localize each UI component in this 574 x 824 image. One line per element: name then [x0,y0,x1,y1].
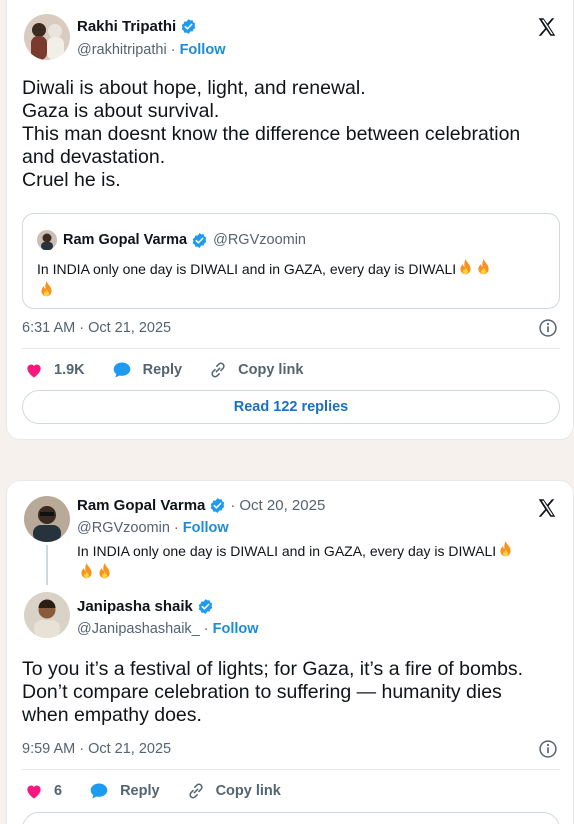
avatar-ram-gopal-varma[interactable] [24,496,70,542]
timestamp[interactable]: 6:31 AM · Oct 21, 2025 [22,320,171,336]
separator-dot: · [170,42,180,58]
reply-bubble-icon [113,362,130,378]
link-icon [188,783,203,799]
reply-button[interactable]: Reply [88,781,160,801]
separator-dot: · [230,497,236,514]
x-logo-icon[interactable] [536,16,558,38]
divider [22,769,560,770]
reply-bubble-icon [90,783,108,799]
reply-author-handle[interactable]: @Janipashashaik_ [77,621,200,637]
quoted-tweet[interactable]: Ram Gopal Varma @RGVzoomin In INDIA only… [22,213,560,309]
parent-text-block: In INDIA only one day is DIWALI and in G… [77,540,567,584]
author-name-row: Rakhi Tripathi [77,18,197,35]
fire-emoji-icon [460,259,471,275]
follow-button[interactable]: Follow [183,520,229,536]
tweet-line: This man doesnt know the difference betw… [22,123,521,145]
author-name[interactable]: Rakhi Tripathi [77,18,176,35]
parent-author-handle[interactable]: @RGVzoomin [77,520,170,536]
parent-author-row: Ram Gopal Varma · Oct 20, 2025 [77,497,325,514]
like-button[interactable]: 1.9K [24,360,85,380]
tweet-line: To you it’s a festival of lights; for Ga… [22,658,524,680]
heart-icon [27,364,41,378]
read-replies-button[interactable]: Read 122 replies [22,390,560,424]
copy-link-button[interactable]: Copy link [186,781,281,801]
tweet-line: and devastation. [22,146,166,168]
parent-author-name[interactable]: Ram Gopal Varma [77,497,205,514]
separator-dot: · [173,520,183,536]
tweet-line: Diwali is about hope, light, and renewal… [22,77,366,99]
reply-label: Reply [120,783,160,799]
read-replies-label: Read 122 replies [233,399,349,415]
separator-dot: · [203,621,213,637]
verified-badge-icon [181,19,196,34]
quoted-author-handle: @RGVzoomin [213,232,306,248]
copy-link-label: Copy link [238,362,304,378]
quoted-author-row: Ram Gopal Varma @RGVzoomin [37,230,306,250]
copy-link-label: Copy link [215,783,281,799]
parent-handle-row: @RGVzoomin · Follow [77,520,229,536]
reply-label: Reply [142,362,183,378]
timestamp[interactable]: 9:59 AM · Oct 21, 2025 [22,741,171,757]
quoted-text: In INDIA only one day is DIWALI and in G… [37,261,457,277]
quoted-text-block: In INDIA only one day is DIWALI and in G… [37,258,552,302]
reply-handle-row: @Janipashashaik_ · Follow [77,621,259,637]
parent-text: In INDIA only one day is DIWALI and in G… [77,543,497,559]
fire-emoji-icon [81,563,92,579]
tweet-line: Gaza is about survival. [22,100,220,122]
tweet-line: Cruel he is. [22,169,121,191]
author-handle[interactable]: @rakhitripathi [77,42,167,58]
author-handle-row: @rakhitripathi · Follow [77,42,225,58]
follow-button[interactable]: Follow [213,621,259,637]
info-icon[interactable] [538,318,558,338]
tweet-body: Diwali is about hope, light, and renewal… [22,77,520,192]
fire-emoji-icon [478,259,489,275]
verified-badge-icon [211,498,225,513]
info-icon[interactable] [538,739,558,759]
avatar-janipasha-shaik[interactable] [24,592,70,638]
tweet-line: Don’t compare celebration to suffering —… [22,681,502,703]
action-bar: 6 Reply Copy link [24,781,307,801]
verified-badge-icon [198,599,213,614]
tweet-line: when empathy does. [22,704,202,726]
thread-connector-line [46,545,48,585]
avatar-quoted-rgv [37,230,57,250]
divider [22,348,560,349]
reply-button[interactable]: Reply [111,360,183,380]
fire-emoji-icon [41,281,52,297]
link-icon [211,362,225,378]
verified-badge-icon [192,232,207,248]
reply-author-name[interactable]: Janipasha shaik [77,598,193,615]
heart-icon [27,785,41,799]
x-logo-icon[interactable] [536,497,558,519]
follow-button[interactable]: Follow [180,42,226,58]
reply-body: To you it’s a festival of lights; for Ga… [22,658,523,727]
reply-author-row: Janipasha shaik [77,598,214,615]
fire-emoji-icon [500,541,511,557]
avatar-rakhi-tripathi[interactable] [24,14,70,60]
like-count: 1.9K [54,362,85,378]
like-button[interactable]: 6 [24,781,62,801]
read-replies-button-partial[interactable] [22,812,560,824]
parent-date[interactable]: Oct 20, 2025 [239,497,325,514]
copy-link-button[interactable]: Copy link [208,360,303,380]
action-bar: 1.9K Reply Copy link [24,360,329,380]
like-count: 6 [54,783,63,799]
quoted-author-name: Ram Gopal Varma [63,232,188,248]
fire-emoji-icon [99,563,110,579]
